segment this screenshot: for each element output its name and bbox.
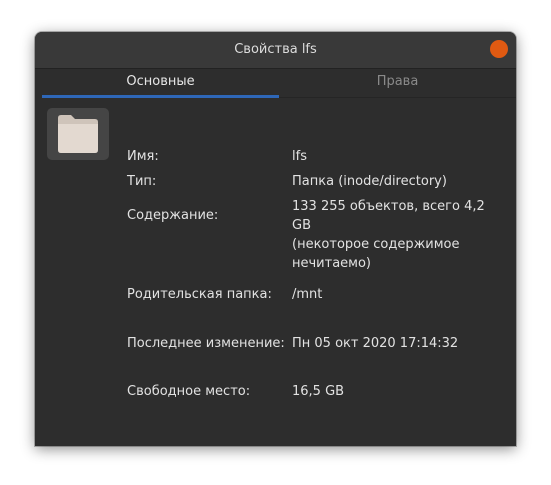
parent-folder-value[interactable]: /mnt	[292, 285, 507, 304]
properties-dialog: Свойства lfs Основные Права Имя: lfs Тип…	[35, 32, 516, 446]
type-value: Папка (inode/directory)	[292, 174, 447, 189]
name-label: Имя:	[127, 149, 159, 164]
window-title: Свойства lfs	[234, 42, 317, 57]
tab-bar: Основные Права	[42, 69, 516, 98]
title-bar[interactable]: Свойства lfs	[35, 32, 516, 69]
modified-value: Пн 05 окт 2020 17:14:32	[292, 336, 459, 351]
contents-line-2: (некоторое содержимое	[292, 237, 460, 252]
contents-value: 133 255 объектов, всего 4,2 GB (некоторо…	[292, 197, 507, 273]
folder-icon	[58, 115, 98, 153]
tab-permissions[interactable]: Права	[279, 69, 516, 97]
type-label: Тип:	[127, 174, 157, 189]
modified-label: Последнее изменение:	[127, 336, 285, 351]
contents-line-1: 133 255 объектов, всего 4,2 GB	[292, 199, 485, 233]
contents-label: Содержание:	[127, 208, 219, 223]
close-button[interactable]	[490, 40, 508, 58]
free-space-value: 16,5 GB	[292, 384, 345, 399]
properties-panel: Имя: lfs Тип: Папка (inode/directory) Со…	[35, 98, 516, 446]
free-space-label: Свободное место:	[127, 384, 251, 399]
tab-basic[interactable]: Основные	[42, 69, 279, 98]
parent-folder-label: Родительская папка:	[127, 287, 272, 302]
folder-icon-button[interactable]	[47, 108, 109, 160]
name-value[interactable]: lfs	[292, 147, 507, 166]
contents-line-3: нечитаемо)	[292, 256, 371, 271]
